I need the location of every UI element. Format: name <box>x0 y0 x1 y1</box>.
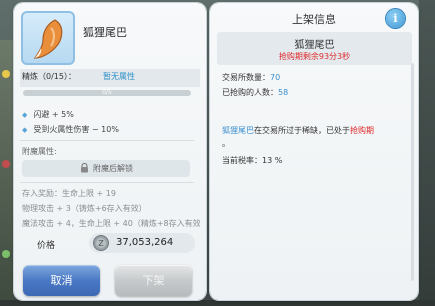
diamond-bullet-icon: ◆ <box>22 126 28 134</box>
unlock-text: 附魔后解锁 <box>93 164 133 173</box>
enchant-lock-box: 附魔后解锁 <box>22 160 190 177</box>
buyers-label: 已抢购的人数： <box>222 88 278 97</box>
background-left-strip <box>0 40 14 306</box>
rush-period-countdown: 抢购期剩余93分3秒 <box>278 52 351 61</box>
scrollbar[interactable] <box>411 63 414 281</box>
lock-icon <box>81 163 88 173</box>
scarcity-notice: 狐狸尾巴在交易所过于稀缺，已处于抢购期。 <box>222 124 404 150</box>
refine-progress-text: 0/5 <box>102 89 112 96</box>
price-label: 价格 <box>37 241 56 251</box>
deposit-reward-line: 物理攻击 + 3（铸炼+6存入有效） <box>22 204 147 213</box>
listing-header: 狐狸尾巴 抢购期剩余93分3秒 <box>217 32 412 65</box>
price-box: Z 37,053,264 <box>89 233 195 253</box>
background-bottom-strip <box>0 300 435 306</box>
notice-text: 在交易所过于稀缺，已处于 <box>254 126 350 135</box>
tax-rate-label: 当前税率： <box>222 156 262 165</box>
buyers-row: 已抢购的人数：58 <box>222 87 288 98</box>
zeny-coin-icon: Z <box>93 235 109 251</box>
item-name: 狐狸尾巴 <box>83 26 127 39</box>
diamond-bullet-icon: ◆ <box>22 111 28 119</box>
cancel-button[interactable]: 取消 <box>23 265 100 296</box>
notice-end: 。 <box>222 139 230 148</box>
listing-item-name: 狐狸尾巴 <box>294 40 335 51</box>
buyers-value: 58 <box>278 88 289 97</box>
stat-line: ◆ 闪避 + 5% <box>22 109 74 120</box>
listing-info-panel: 上架信息 i 狐狸尾巴 抢购期剩余93分3秒 交易所数量：70 已抢购的人数：5… <box>210 3 418 300</box>
refine-row: 精炼（0/15）： 暂无属性 <box>20 69 200 87</box>
deposit-reward-line: 存入奖励：生命上限 + 19 <box>22 189 116 198</box>
info-icon[interactable]: i <box>386 9 405 28</box>
stat-text: 受到火属性伤害 − 10% <box>33 125 119 134</box>
notice-item-name: 狐狸尾巴 <box>222 126 254 135</box>
svg-text:Z: Z <box>98 239 104 248</box>
price-bar: 价格 Z 37,053,264 <box>27 231 197 255</box>
delist-button[interactable]: 下架 <box>115 265 192 296</box>
divider <box>20 182 194 183</box>
tax-rate-row: 当前税率：13 % <box>222 155 282 166</box>
divider <box>20 140 194 141</box>
price-value: 37,053,264 <box>116 237 174 248</box>
notice-rush-period: 抢购期 <box>350 126 374 135</box>
background-right-strip <box>419 0 435 306</box>
refine-label: 精炼（0/15）： <box>22 72 76 81</box>
stat-line: ◆ 受到火属性伤害 − 10% <box>22 124 119 135</box>
trade-count-row: 交易所数量：70 <box>222 72 280 83</box>
trade-count-value: 70 <box>270 73 281 82</box>
item-attributes-scroll[interactable]: 精炼（0/15）： 暂无属性 0/5 ◆ 闪避 + 5% ◆ 受到火属性伤害 − 1… <box>20 69 200 227</box>
stat-text: 闪避 + 5% <box>33 110 74 119</box>
tax-rate-value: 13 % <box>262 156 283 165</box>
deposit-reward-line: 魔法攻击 + 4，生命上限 + 40（精炼+8存入有效） <box>22 219 200 227</box>
refine-attribute: 暂无属性 <box>103 72 135 81</box>
enchant-title: 附魔属性: <box>22 147 57 156</box>
trade-count-label: 交易所数量： <box>222 73 270 82</box>
fox-tail-icon <box>21 11 75 65</box>
item-detail-panel: 狐狸尾巴 精炼（0/15）： 暂无属性 0/5 ◆ 闪避 + 5% ◆ 受到火属性伤… <box>14 3 206 300</box>
